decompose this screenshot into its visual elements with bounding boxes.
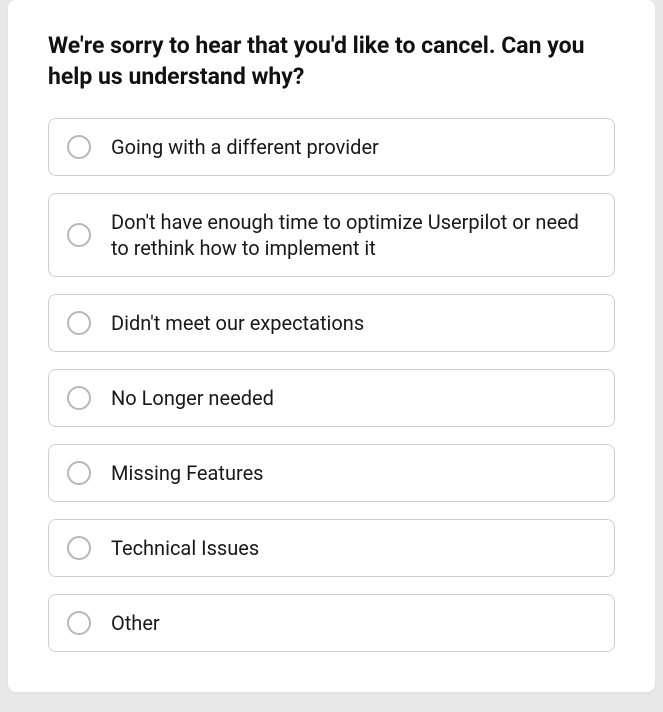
option-expectations[interactable]: Didn't meet our expectations [48, 294, 615, 352]
radio-icon [67, 611, 91, 635]
option-no-time[interactable]: Don't have enough time to optimize Userp… [48, 193, 615, 277]
option-label: Didn't meet our expectations [111, 310, 364, 336]
options-list: Going with a different provider Don't ha… [48, 118, 615, 652]
radio-icon [67, 386, 91, 410]
survey-question: We're sorry to hear that you'd like to c… [48, 30, 615, 92]
option-label: No Longer needed [111, 385, 274, 411]
radio-icon [67, 311, 91, 335]
radio-icon [67, 461, 91, 485]
option-label: Missing Features [111, 460, 264, 486]
option-no-longer-needed[interactable]: No Longer needed [48, 369, 615, 427]
option-missing-features[interactable]: Missing Features [48, 444, 615, 502]
option-label: Don't have enough time to optimize Userp… [111, 209, 596, 261]
option-label: Other [111, 610, 160, 636]
cancel-survey-card: We're sorry to hear that you'd like to c… [8, 0, 655, 692]
option-different-provider[interactable]: Going with a different provider [48, 118, 615, 176]
radio-icon [67, 536, 91, 560]
radio-icon [67, 135, 91, 159]
option-other[interactable]: Other [48, 594, 615, 652]
option-label: Going with a different provider [111, 134, 379, 160]
option-label: Technical Issues [111, 535, 259, 561]
option-technical-issues[interactable]: Technical Issues [48, 519, 615, 577]
radio-icon [67, 223, 91, 247]
